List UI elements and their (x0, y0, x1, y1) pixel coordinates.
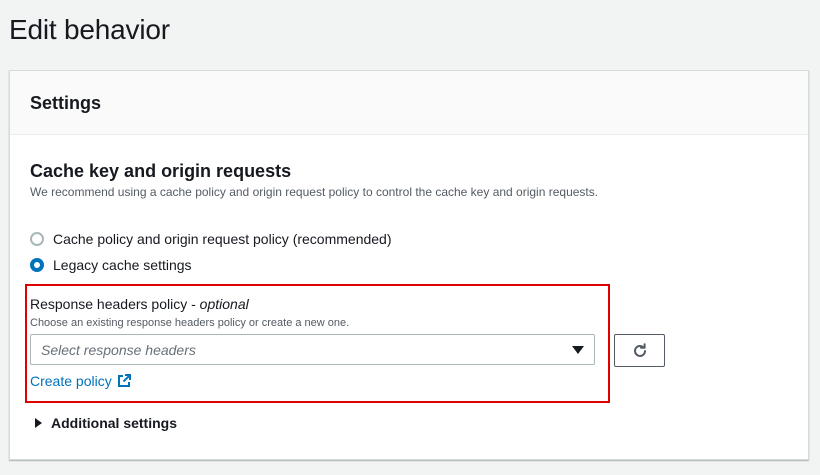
radio-cache-policy[interactable]: Cache policy and origin request policy (… (30, 231, 392, 247)
response-headers-select[interactable]: Select response headers (30, 334, 595, 365)
create-policy-link[interactable]: Create policy (30, 373, 131, 389)
caret-down-icon (572, 345, 584, 354)
response-headers-description: Choose an existing response headers poli… (30, 317, 350, 329)
caret-right-icon (35, 418, 42, 428)
refresh-button[interactable] (614, 334, 665, 367)
radio-button-checked[interactable] (30, 258, 44, 272)
create-policy-label: Create policy (30, 373, 112, 389)
field-label-text: Response headers policy (30, 296, 188, 312)
external-link-icon (117, 374, 131, 387)
field-label-separator: - (191, 296, 200, 312)
select-placeholder: Select response headers (41, 341, 196, 358)
panel-title: Settings (30, 93, 102, 113)
section-title: Cache key and origin requests (30, 161, 292, 181)
optional-label: optional (199, 296, 249, 312)
panel-header: Settings (10, 71, 808, 135)
page-title: Edit behavior (9, 14, 170, 45)
additional-settings-label: Additional settings (51, 415, 177, 431)
settings-panel: Settings Cache key and origin requests W… (9, 70, 809, 460)
response-headers-label: Response headers policy - optional (30, 296, 249, 312)
radio-button-unchecked[interactable] (30, 232, 44, 246)
radio-label: Cache policy and origin request policy (… (53, 231, 392, 247)
radio-legacy-cache[interactable]: Legacy cache settings (30, 257, 192, 273)
radio-label: Legacy cache settings (53, 257, 192, 273)
refresh-icon (633, 342, 646, 357)
additional-settings-expander[interactable]: Additional settings (35, 415, 177, 431)
section-description: We recommend using a cache policy and or… (30, 185, 599, 199)
